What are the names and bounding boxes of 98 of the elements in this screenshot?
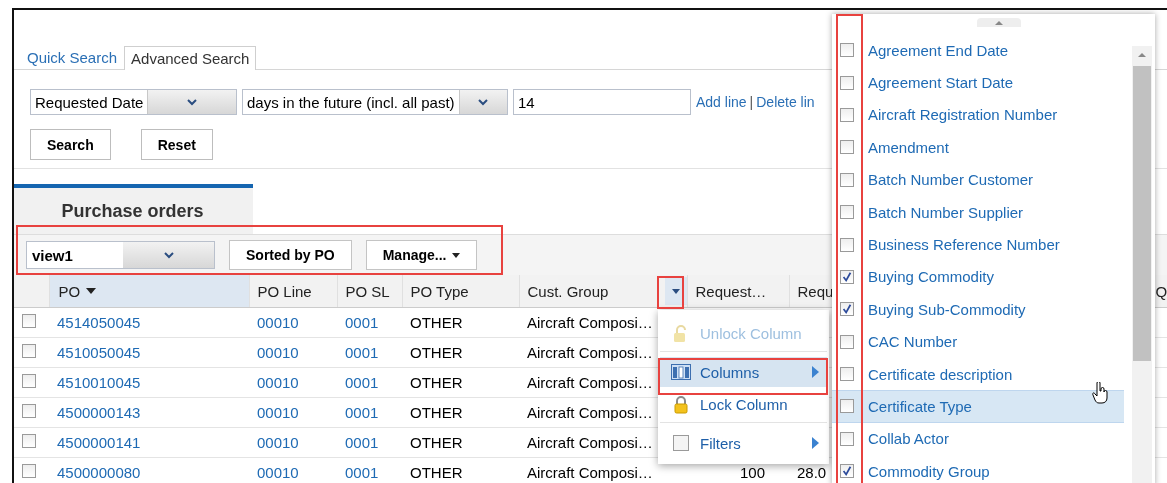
column-option[interactable]: Amendment bbox=[832, 131, 1124, 164]
checkbox[interactable] bbox=[840, 464, 854, 479]
cell-link[interactable]: 00010 bbox=[257, 344, 299, 361]
column-option[interactable]: Batch Number Supplier bbox=[832, 195, 1124, 229]
cell-link[interactable]: 4500000080 bbox=[57, 464, 141, 481]
checkbox[interactable] bbox=[840, 431, 854, 446]
column-option[interactable]: Batch Number Customer bbox=[832, 163, 1124, 196]
column-option[interactable]: Buying Commodity bbox=[832, 260, 1124, 294]
table-cell: OTHER bbox=[410, 314, 463, 331]
cell-link[interactable]: 0001 bbox=[345, 464, 379, 481]
table-cell: Aircraft Composi… bbox=[527, 434, 653, 451]
checkbox[interactable] bbox=[840, 237, 854, 252]
cell-link[interactable]: 00010 bbox=[257, 374, 299, 391]
columns-icon bbox=[670, 364, 692, 380]
column-header[interactable]: Requ bbox=[797, 282, 834, 300]
cell-link[interactable]: 4500000143 bbox=[57, 404, 141, 421]
checkbox[interactable] bbox=[840, 205, 854, 220]
cell-link[interactable]: 0001 bbox=[345, 434, 379, 451]
checkbox[interactable] bbox=[22, 404, 36, 418]
column-option[interactable]: Buying Sub-Commodity bbox=[832, 293, 1124, 326]
checkbox[interactable] bbox=[840, 172, 854, 187]
checkbox[interactable] bbox=[840, 75, 854, 90]
table-cell: OTHER bbox=[410, 404, 463, 421]
table-cell: 100 bbox=[739, 464, 765, 481]
table-cell: Aircraft Composi… bbox=[527, 374, 653, 391]
checkbox-icon bbox=[670, 434, 692, 452]
checkbox[interactable] bbox=[840, 399, 854, 414]
table-cell: OTHER bbox=[410, 374, 463, 391]
column-option[interactable]: Aircraft Registration Number bbox=[832, 98, 1124, 132]
table-cell: Aircraft Composi… bbox=[527, 464, 653, 481]
hand-cursor-icon bbox=[1092, 382, 1108, 407]
operator-dropdown[interactable]: days in the future (incl. all past) bbox=[242, 89, 508, 115]
checkbox[interactable] bbox=[840, 302, 854, 317]
column-option[interactable]: Business Reference Number bbox=[832, 228, 1124, 261]
column-option[interactable]: Certificate description bbox=[832, 357, 1124, 391]
chevron-down-icon bbox=[123, 242, 214, 268]
checkbox[interactable] bbox=[22, 464, 36, 478]
table-cell: Aircraft Composi… bbox=[527, 314, 653, 331]
search-tab[interactable]: Quick Search bbox=[20, 45, 125, 69]
cell-link[interactable]: 00010 bbox=[257, 404, 299, 421]
cell-link[interactable]: 4510050045 bbox=[57, 344, 141, 361]
manage-button[interactable]: Manage... bbox=[365, 240, 478, 270]
table-cell: 28.0 bbox=[797, 464, 827, 481]
cell-link[interactable]: 0001 bbox=[345, 404, 379, 421]
checkbox[interactable] bbox=[840, 140, 854, 155]
scrollbar[interactable] bbox=[1132, 46, 1152, 483]
field-dropdown[interactable]: Requested Date bbox=[30, 89, 237, 115]
caret-icon bbox=[452, 252, 461, 258]
menu-item[interactable]: Lock Column bbox=[660, 387, 827, 423]
checkbox[interactable] bbox=[22, 314, 36, 328]
checkbox[interactable] bbox=[840, 334, 854, 349]
action-link[interactable]: Delete lin bbox=[756, 94, 815, 110]
scroll-up-tab[interactable] bbox=[977, 18, 1021, 27]
column-option[interactable]: Certificate Type bbox=[832, 390, 1124, 423]
sort-button[interactable]: Sorted by PO bbox=[229, 240, 352, 270]
checkbox[interactable] bbox=[840, 367, 854, 382]
cell-link[interactable]: 0001 bbox=[345, 344, 379, 361]
checkbox[interactable] bbox=[22, 374, 36, 388]
table-cell: Aircraft Composi… bbox=[527, 404, 653, 421]
table-cell: OTHER bbox=[410, 344, 463, 361]
column-option[interactable]: CAC Number bbox=[832, 325, 1124, 358]
highlight-frame bbox=[657, 276, 684, 309]
cell-link[interactable]: 4500000141 bbox=[57, 434, 141, 451]
results-tab[interactable]: Purchase orders bbox=[14, 184, 253, 234]
cell-link[interactable]: 4510010045 bbox=[57, 374, 141, 391]
column-option[interactable]: Agreement Start Date bbox=[832, 66, 1124, 99]
action-button[interactable]: Reset bbox=[140, 129, 213, 160]
cell-link[interactable]: 4514050045 bbox=[57, 314, 141, 331]
checkbox[interactable] bbox=[840, 43, 854, 58]
submenu-arrow-icon bbox=[812, 437, 819, 449]
column-option[interactable]: Commodity Group bbox=[832, 455, 1124, 483]
table-cell: Aircraft Composi… bbox=[527, 344, 653, 361]
link-separator: | bbox=[748, 94, 755, 110]
column-header[interactable]: PO bbox=[58, 282, 81, 300]
value-field[interactable]: 14 bbox=[513, 89, 691, 115]
action-button[interactable]: Search bbox=[30, 129, 111, 160]
cell-link[interactable]: 00010 bbox=[257, 464, 299, 481]
chevron-down-icon bbox=[458, 90, 507, 114]
chevron-down-icon bbox=[147, 90, 236, 114]
sort-descending-icon bbox=[86, 288, 97, 294]
column-option[interactable]: Agreement End Date bbox=[832, 34, 1124, 67]
column-option[interactable]: Collab Actor bbox=[832, 422, 1124, 456]
checkbox[interactable] bbox=[840, 107, 854, 122]
table-cell: OTHER bbox=[410, 464, 463, 481]
view-dropdown[interactable]: view1 bbox=[26, 241, 215, 269]
cell-link[interactable]: 00010 bbox=[257, 434, 299, 451]
submenu-arrow-icon bbox=[812, 366, 819, 378]
cell-link[interactable]: 0001 bbox=[345, 374, 379, 391]
checkbox[interactable] bbox=[22, 344, 36, 358]
checkbox[interactable] bbox=[22, 434, 36, 448]
cell-link[interactable]: 0001 bbox=[345, 314, 379, 331]
cell-link[interactable]: 00010 bbox=[257, 314, 299, 331]
search-tab[interactable]: Advanced Search bbox=[124, 46, 257, 70]
menu-item[interactable]: Filters bbox=[660, 428, 827, 458]
checkbox[interactable] bbox=[840, 269, 854, 284]
table-cell: OTHER bbox=[410, 434, 463, 451]
menu-item[interactable]: Columns bbox=[660, 357, 827, 387]
action-link[interactable]: Add line bbox=[696, 94, 747, 110]
